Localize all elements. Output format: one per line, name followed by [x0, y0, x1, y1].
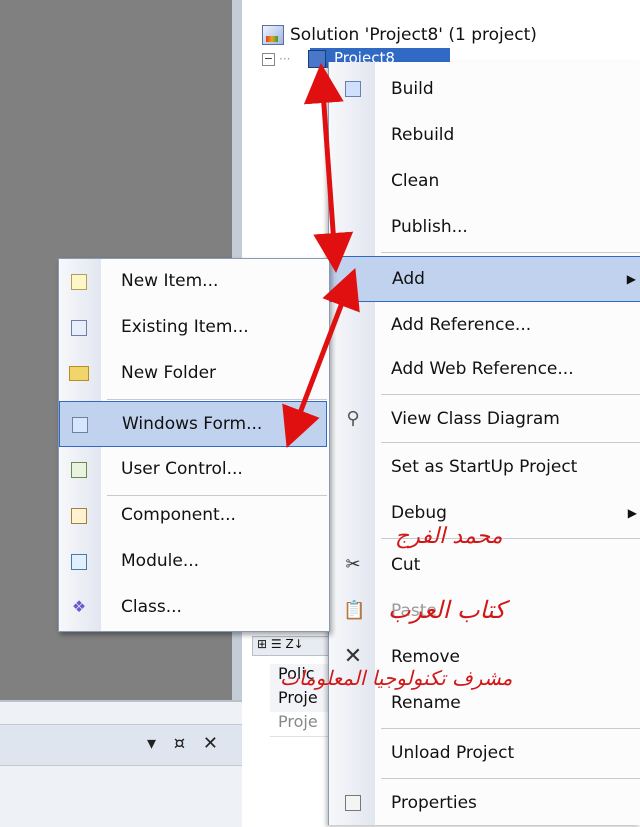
submenu-item-component[interactable]: Component... [59, 493, 327, 539]
paste-icon: 📋 [343, 600, 366, 621]
existing-item-icon [69, 317, 89, 337]
menu-item-rebuild[interactable]: Rebuild [329, 112, 640, 158]
submenu-item-windows-form[interactable]: Windows Form... [59, 401, 327, 447]
submenu-item-user-control[interactable]: User Control... [59, 447, 327, 493]
user-control-icon [69, 459, 89, 479]
overlay-text-role: مشرف تكنولوجيا المعلومات [280, 666, 513, 690]
overlay-text-name: محمد الفرج [395, 524, 503, 549]
property-name: Proje [278, 712, 318, 731]
menu-item-view-class-diagram[interactable]: ⚲ View Class Diagram [329, 396, 640, 442]
menu-separator [381, 394, 640, 395]
overlay-text-title: كتاب العرب [388, 596, 506, 624]
submenu-item-module[interactable]: Module... [59, 539, 327, 585]
menu-item-set-startup[interactable]: Set as StartUp Project [329, 444, 640, 490]
submenu-item-class[interactable]: ❖ Class... [59, 585, 327, 631]
scissors-icon: ✂ [345, 554, 361, 575]
menu-item-properties[interactable]: Properties [329, 780, 640, 826]
tool-window-titlebar: ▾ ¤ ✕ [0, 724, 242, 766]
tool-window-panel: ▾ ¤ ✕ [0, 700, 242, 827]
submenu-item-new-item[interactable]: New Item... [59, 259, 327, 305]
menu-separator [381, 778, 640, 779]
project-icon [308, 50, 326, 68]
submenu-arrow-icon: ▶ [626, 272, 636, 286]
submenu-item-new-folder[interactable]: New Folder [59, 351, 327, 397]
collapse-icon[interactable]: − [262, 52, 275, 66]
menu-separator [381, 442, 640, 443]
project-expander-row[interactable]: − ··· [262, 52, 290, 66]
project-context-menu: Build Rebuild Clean Publish... Add ▶ Add… [328, 62, 640, 825]
submenu-separator [107, 399, 327, 400]
menu-item-unload-project[interactable]: Unload Project [329, 730, 640, 776]
properties-icon [343, 793, 363, 813]
class-diagram-icon: ⚲ [346, 408, 360, 429]
windows-form-icon [70, 414, 90, 434]
solution-label: Solution 'Project8' (1 project) [290, 25, 537, 45]
build-icon [343, 79, 363, 99]
menu-separator [381, 252, 640, 253]
add-submenu: New Item... Existing Item... New Folder … [58, 258, 330, 632]
tree-line: ··· [279, 52, 291, 66]
remove-icon: ✕ [343, 644, 363, 669]
property-name: Proje [278, 688, 318, 707]
menu-separator [381, 728, 640, 729]
solution-icon [262, 25, 284, 45]
module-icon [69, 551, 89, 571]
menu-item-add-reference[interactable]: Add Reference... [329, 302, 640, 348]
menu-item-clean[interactable]: Clean [329, 158, 640, 204]
menu-item-add[interactable]: Add ▶ [329, 256, 640, 302]
menu-item-build[interactable]: Build [329, 66, 640, 112]
submenu-item-existing-item[interactable]: Existing Item... [59, 305, 327, 351]
submenu-arrow-icon: ▶ [627, 506, 637, 520]
folder-icon [69, 363, 89, 383]
menu-item-publish[interactable]: Publish... [329, 204, 640, 250]
new-item-icon [69, 271, 89, 291]
window-controls[interactable]: ▾ ¤ ✕ [147, 733, 224, 754]
class-icon: ❖ [71, 597, 87, 616]
menu-item-add-web-reference[interactable]: Add Web Reference... [329, 346, 640, 392]
solution-node[interactable]: Solution 'Project8' (1 project) [262, 22, 537, 48]
component-icon [69, 505, 89, 525]
